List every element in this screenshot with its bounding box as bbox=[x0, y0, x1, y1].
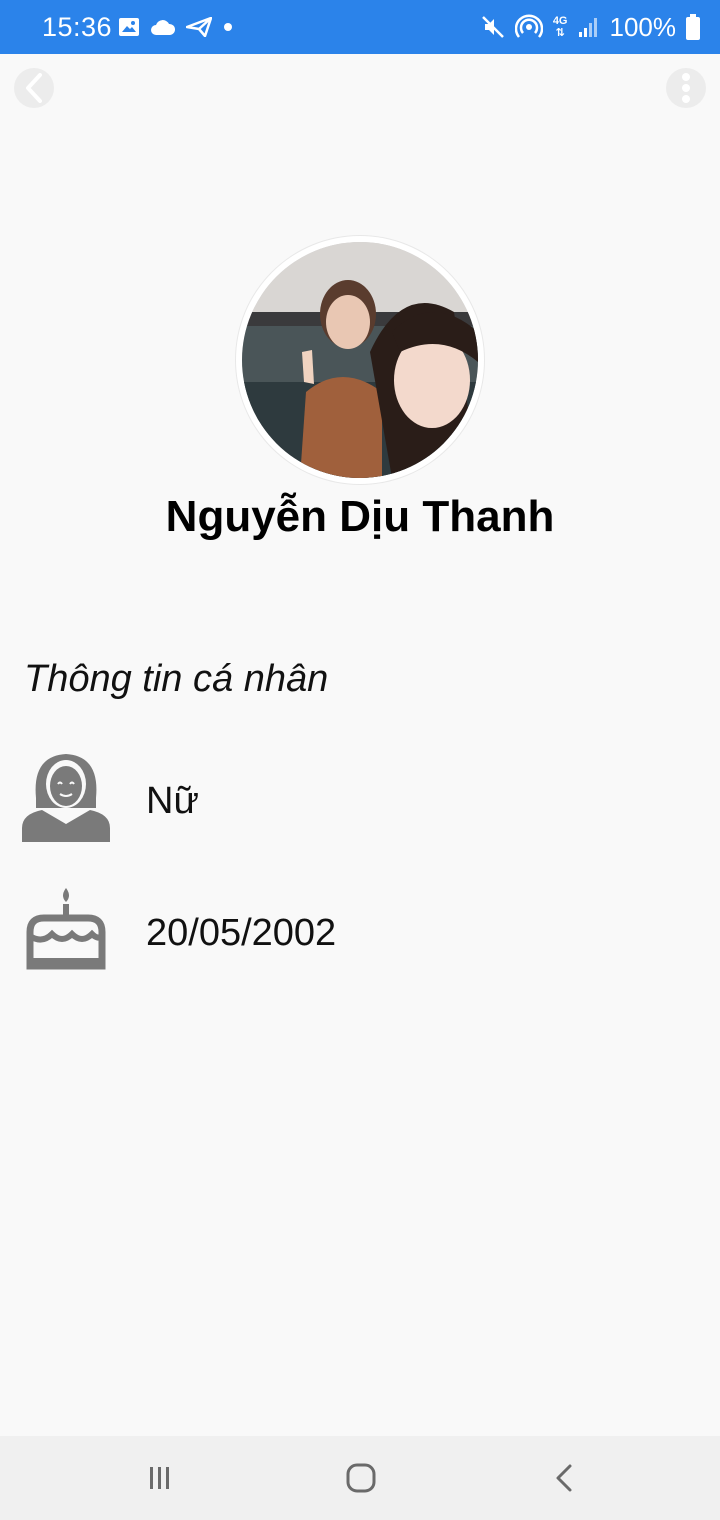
female-user-icon bbox=[22, 754, 110, 842]
birthday-value: 20/05/2002 bbox=[146, 912, 337, 954]
status-time: 15:36 bbox=[42, 12, 113, 42]
image-icon bbox=[119, 18, 139, 36]
profile-name: Nguyễn Dịu Thanh bbox=[165, 492, 555, 541]
4g-icon: 4G ⇅ bbox=[553, 15, 568, 39]
avatar[interactable] bbox=[242, 242, 478, 478]
home-icon bbox=[346, 1463, 376, 1493]
cloud-icon bbox=[151, 20, 176, 35]
signal-icon bbox=[578, 18, 597, 37]
recent-apps-button[interactable] bbox=[130, 1450, 190, 1506]
dot-icon bbox=[224, 23, 232, 31]
mute-icon bbox=[481, 16, 504, 38]
gender-row: Nữ bbox=[0, 752, 720, 848]
battery-icon bbox=[686, 14, 700, 40]
profile-photo bbox=[242, 242, 478, 478]
recent-apps-icon bbox=[150, 1467, 169, 1489]
status-system-icons: 4G ⇅ 100% bbox=[481, 12, 700, 42]
send-icon bbox=[186, 17, 212, 37]
back-icon bbox=[556, 1464, 572, 1492]
home-button[interactable] bbox=[331, 1450, 391, 1506]
battery-percent: 100% bbox=[609, 11, 677, 42]
personal-info-title: Thông tin cá nhân bbox=[24, 658, 329, 700]
more-options-button[interactable] bbox=[666, 68, 706, 108]
status-notification-icons bbox=[118, 14, 234, 40]
birthday-cake-icon bbox=[26, 888, 106, 970]
more-vertical-icon bbox=[682, 73, 690, 103]
gender-value: Nữ bbox=[146, 780, 199, 822]
nav-back-button[interactable] bbox=[534, 1450, 594, 1506]
data-arrows: ⇅ bbox=[555, 27, 565, 39]
hotspot-icon bbox=[514, 14, 543, 38]
back-button[interactable] bbox=[14, 68, 54, 108]
navigation-bar bbox=[0, 1436, 720, 1520]
status-bar: 15:36 4G ⇅ 100% bbox=[0, 0, 720, 54]
birthday-row: 20/05/2002 bbox=[0, 884, 720, 980]
network-type-label: 4G bbox=[552, 15, 568, 27]
chevron-left-icon bbox=[26, 73, 42, 103]
